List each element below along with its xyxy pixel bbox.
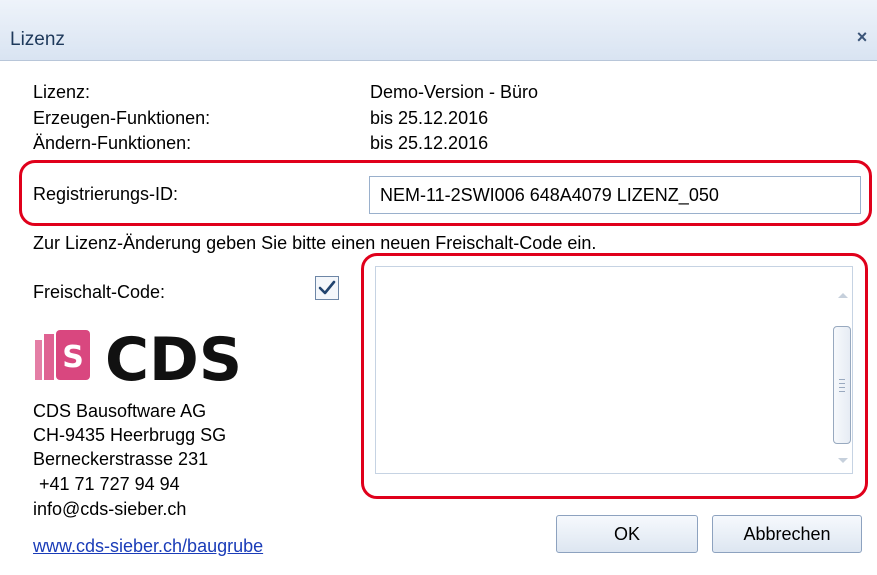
svg-text:S: S [62,340,84,375]
ok-button[interactable]: OK [556,515,698,553]
instruction-text: Zur Lizenz-Änderung geben Sie bitte eine… [33,233,597,253]
create-functions-value: bis 25.12.2016 [370,108,489,128]
company-city: CH-9435 Heerbrugg SG [33,425,227,445]
company-email: info@cds-sieber.ch [33,499,187,519]
cds-logo: S CDS [35,330,242,384]
title-bar: Lizenz × [0,0,877,61]
window-title: Lizenz [10,29,65,50]
registration-id-label: Registrierungs-ID: [33,184,179,204]
logo-text: CDS [105,330,242,384]
grip-line [839,391,845,392]
close-icon[interactable]: × [851,26,873,48]
company-phone: +41 71 727 94 94 [39,474,180,494]
registration-id-field[interactable]: NEM-11-2SWI006 648A4079 LIZENZ_050 [369,176,861,214]
scrollbar-thumb[interactable] [833,326,851,444]
license-value: Demo-Version - Büro [370,82,539,102]
unlock-code-label: Freischalt-Code: [33,282,166,302]
change-functions-label: Ändern-Funktionen: [33,133,192,153]
company-name: CDS Bausoftware AG [33,401,207,421]
checkmark-icon [318,280,336,295]
license-label: Lizenz: [33,82,91,102]
scroll-up-icon[interactable] [835,290,851,300]
scroll-down-icon[interactable] [835,456,851,466]
grip-line [839,387,845,388]
change-functions-value: bis 25.12.2016 [370,133,489,153]
unlock-code-textarea[interactable] [375,266,853,474]
unlock-code-checkbox[interactable] [315,276,339,300]
company-website-link[interactable]: www.cds-sieber.ch/baugrube [33,536,263,557]
company-street: Berneckerstrasse 231 [33,449,209,469]
grip-line [839,383,845,384]
create-functions-label: Erzeugen-Funktionen: [33,108,211,128]
cancel-button[interactable]: Abbrechen [712,515,862,553]
grip-line [839,379,845,380]
